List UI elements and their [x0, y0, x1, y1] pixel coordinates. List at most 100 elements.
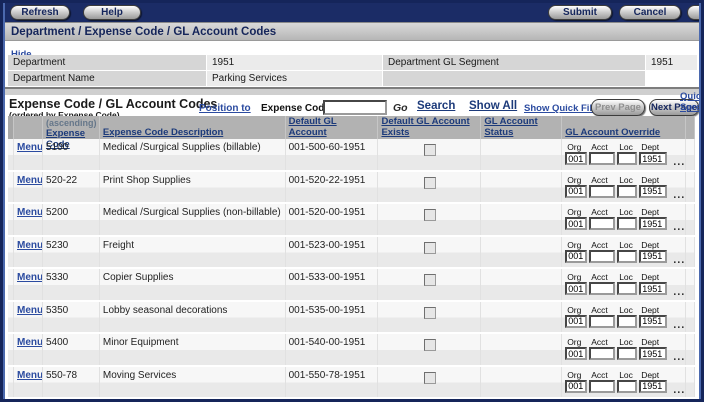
prev-page-button[interactable]: Prev Page: [591, 99, 645, 116]
table-row: Menu 5200 Medical /Surgical Supplies (no…: [8, 204, 695, 237]
org-input[interactable]: [565, 217, 587, 230]
submit-button[interactable]: Submit: [548, 5, 612, 20]
loc-input[interactable]: [617, 282, 637, 295]
org-input[interactable]: [565, 347, 587, 360]
acct-input[interactable]: [589, 380, 615, 393]
sort-gl-exists-link[interactable]: Default GL Account Exists: [381, 116, 478, 138]
department-value: 1951: [207, 55, 382, 70]
row-menu-link[interactable]: Menu: [17, 207, 43, 218]
gl-account-status-cell: [481, 269, 562, 300]
loc-input[interactable]: [617, 347, 637, 360]
default-gl-exists-checkbox[interactable]: [424, 209, 436, 221]
default-gl-exists-checkbox[interactable]: [424, 242, 436, 254]
default-gl-exists-checkbox[interactable]: [424, 307, 436, 319]
loc-input[interactable]: [617, 185, 637, 198]
dept-input[interactable]: [639, 250, 667, 263]
sort-gl-override-link[interactable]: GL Account Override: [565, 127, 660, 138]
gl-account-status-cell: [481, 204, 562, 235]
override-ellipsis-button[interactable]: ...: [673, 370, 685, 396]
loc-input[interactable]: [617, 250, 637, 263]
acct-input[interactable]: [589, 217, 615, 230]
row-menu-link[interactable]: Menu: [17, 305, 43, 316]
org-input[interactable]: [565, 282, 587, 295]
expense-description-cell: Lobby seasonal decorations: [100, 302, 286, 333]
help-button[interactable]: Help: [83, 5, 141, 20]
acct-input[interactable]: [589, 315, 615, 328]
override-ellipsis-button[interactable]: ...: [673, 207, 685, 233]
table-row: Menu 5330 Copier Supplies 001-533-00-195…: [8, 269, 695, 302]
loc-input[interactable]: [617, 152, 637, 165]
dept-input[interactable]: [639, 380, 667, 393]
org-input[interactable]: [565, 380, 587, 393]
expense-code-cell: 5230: [43, 237, 100, 268]
acct-input[interactable]: [589, 185, 615, 198]
gl-account-status-cell: [481, 139, 562, 170]
search-link[interactable]: Search: [417, 100, 455, 112]
org-input[interactable]: [565, 315, 587, 328]
override-ellipsis-button[interactable]: ...: [673, 272, 685, 298]
org-input[interactable]: [565, 152, 587, 165]
expense-code-cell: 5400: [43, 334, 100, 365]
row-menu-link[interactable]: Menu: [17, 272, 43, 283]
save-button[interactable]: Save: [687, 5, 704, 20]
refresh-button[interactable]: Refresh: [10, 5, 70, 20]
loc-input[interactable]: [617, 380, 637, 393]
gl-account-override-cell: Org Acct Loc Dept ...: [562, 204, 686, 235]
gl-account-status-cell: [481, 334, 562, 365]
sort-gl-status-link[interactable]: GL Account Status: [484, 116, 559, 138]
acct-input[interactable]: [589, 250, 615, 263]
dept-input[interactable]: [639, 217, 667, 230]
org-label: Org: [565, 337, 587, 347]
acct-input[interactable]: [589, 152, 615, 165]
section-divider: [3, 87, 701, 95]
org-input[interactable]: [565, 185, 587, 198]
override-ellipsis-button[interactable]: ...: [673, 240, 685, 266]
dept-input[interactable]: [639, 347, 667, 360]
gl-account-override-cell: Org Acct Loc Dept ...: [562, 139, 686, 170]
acct-label: Acct: [589, 305, 615, 315]
loc-input[interactable]: [617, 217, 637, 230]
show-all-link[interactable]: Show All: [469, 100, 517, 112]
sort-default-gl-link[interactable]: Default GL Account: [289, 116, 376, 138]
dept-input[interactable]: [639, 152, 667, 165]
loc-input[interactable]: [617, 315, 637, 328]
top-toolbar: Refresh Help Submit Cancel Save: [3, 3, 701, 22]
override-ellipsis-button[interactable]: ...: [673, 305, 685, 331]
row-trailing-spacer: [686, 302, 695, 333]
row-menu-link[interactable]: Menu: [17, 142, 43, 153]
default-gl-exists-checkbox[interactable]: [424, 177, 436, 189]
position-to-link[interactable]: Position to: [199, 103, 251, 114]
acct-input[interactable]: [589, 282, 615, 295]
dept-input[interactable]: [639, 185, 667, 198]
acct-label: Acct: [589, 142, 615, 152]
row-menu-link[interactable]: Menu: [17, 175, 43, 186]
dept-input[interactable]: [639, 315, 667, 328]
row-menu-link[interactable]: Menu: [17, 337, 43, 348]
default-gl-exists-checkbox[interactable]: [424, 274, 436, 286]
override-ellipsis-button[interactable]: ...: [673, 175, 685, 201]
org-label: Org: [565, 305, 587, 315]
position-to-input[interactable]: [323, 100, 387, 115]
expense-code-cell: 5200: [43, 204, 100, 235]
default-gl-exists-checkbox[interactable]: [424, 144, 436, 156]
sort-description-link[interactable]: Expense Code Description: [103, 127, 223, 138]
row-menu-link[interactable]: Menu: [17, 240, 43, 251]
override-ellipsis-button[interactable]: ...: [673, 142, 685, 168]
dept-input[interactable]: [639, 282, 667, 295]
cancel-button[interactable]: Cancel: [619, 5, 681, 20]
org-input[interactable]: [565, 250, 587, 263]
default-gl-exists-checkbox[interactable]: [424, 339, 436, 351]
window-right-accent: [699, 3, 701, 399]
row-trailing-spacer: [686, 204, 695, 235]
acct-input[interactable]: [589, 347, 615, 360]
go-button[interactable]: Go: [393, 102, 408, 114]
override-ellipsis-button[interactable]: ...: [673, 337, 685, 363]
row-menu-link[interactable]: Menu: [17, 370, 43, 381]
table-header-row: (ascending) Expense Code Expense Code De…: [8, 116, 695, 139]
gl-account-override-cell: Org Acct Loc Dept ...: [562, 269, 686, 300]
org-label: Org: [565, 175, 587, 185]
default-gl-account-cell: 001-523-00-1951: [286, 237, 379, 268]
gl-account-override-cell: Org Acct Loc Dept ...: [562, 237, 686, 268]
default-gl-exists-checkbox[interactable]: [424, 372, 436, 384]
window-left-accent: [3, 3, 5, 399]
